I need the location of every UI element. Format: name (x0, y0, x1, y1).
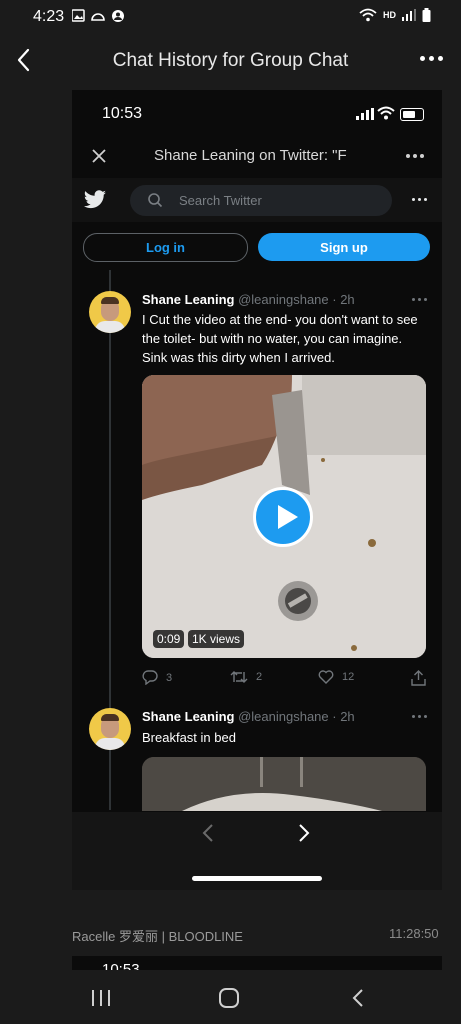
avatar[interactable] (89, 708, 131, 750)
message-timestamp: 11:28:50 (389, 926, 439, 941)
network-type-label: HD (383, 10, 396, 20)
login-button[interactable]: Log in (83, 233, 248, 262)
tweet-more-icon[interactable] (412, 715, 427, 718)
recent-apps-icon[interactable] (90, 988, 112, 1008)
heart-icon (318, 670, 334, 684)
home-icon[interactable] (218, 987, 240, 1009)
webview-title: Shane Leaning on Twitter: "F (154, 147, 347, 164)
tweet-more-icon[interactable] (412, 298, 427, 301)
signup-button[interactable]: Sign up (258, 233, 430, 261)
author-name: Shane Leaning (142, 709, 235, 724)
wifi-icon (359, 8, 377, 22)
tweet-text: I Cut the video at the end- you don't wa… (142, 312, 418, 365)
tweet-text: Breakfast in bed (142, 730, 236, 745)
page-title: Chat History for Group Chat (112, 50, 349, 71)
video-duration: 0:09 (153, 630, 185, 648)
inner-wifi-icon (377, 106, 395, 120)
twitter-more-icon[interactable] (412, 198, 427, 201)
avatar[interactable] (89, 291, 131, 333)
status-notification-icons (71, 8, 136, 27)
message-sender: Racelle 罗爱丽 | BLOODLINE (72, 929, 243, 944)
twitter-bird-icon[interactable] (83, 190, 107, 210)
tweet-author[interactable]: Shane Leaning @leaningshane · 2h (142, 709, 355, 724)
play-button[interactable] (253, 487, 313, 547)
like-count: 12 (342, 671, 355, 683)
search-placeholder: Search Twitter (179, 193, 262, 208)
reply-count: 3 (166, 671, 173, 684)
webview-more-icon[interactable] (406, 154, 424, 158)
reply-icon (142, 670, 158, 685)
like-action[interactable]: 12 (318, 670, 354, 684)
tweet-time: · 2h (332, 292, 355, 307)
status-time: 4:23 (33, 8, 65, 25)
inner-battery-icon (400, 108, 424, 121)
search-icon (148, 193, 163, 208)
tweet-image[interactable] (142, 757, 426, 811)
notification-icons (71, 9, 124, 22)
inner-signal-icon (356, 108, 374, 120)
tweet-time: · 2h (332, 709, 355, 724)
signal-icon (402, 9, 416, 21)
author-handle: @leaningshane (238, 709, 329, 724)
more-options-icon[interactable] (420, 56, 443, 61)
retweet-icon (230, 671, 248, 683)
back-icon[interactable] (350, 988, 366, 1008)
video-views: 1K views (188, 630, 245, 648)
browser-forward-icon[interactable] (297, 823, 311, 843)
close-icon[interactable] (90, 147, 108, 165)
reply-action[interactable]: 3 (142, 670, 172, 685)
home-indicator (192, 876, 322, 881)
share-icon[interactable] (411, 670, 426, 686)
battery-icon (422, 8, 431, 22)
browser-back-icon[interactable] (201, 823, 215, 843)
author-handle: @leaningshane (238, 292, 329, 307)
author-name: Shane Leaning (142, 292, 235, 307)
inner-status-time: 10:53 (102, 105, 143, 122)
breakfast-image (142, 757, 426, 811)
tweet-author[interactable]: Shane Leaning @leaningshane · 2h (142, 292, 355, 307)
retweet-count: 2 (256, 671, 263, 683)
retweet-action[interactable]: 2 (230, 670, 262, 684)
status-system-icons: HD (359, 8, 431, 22)
